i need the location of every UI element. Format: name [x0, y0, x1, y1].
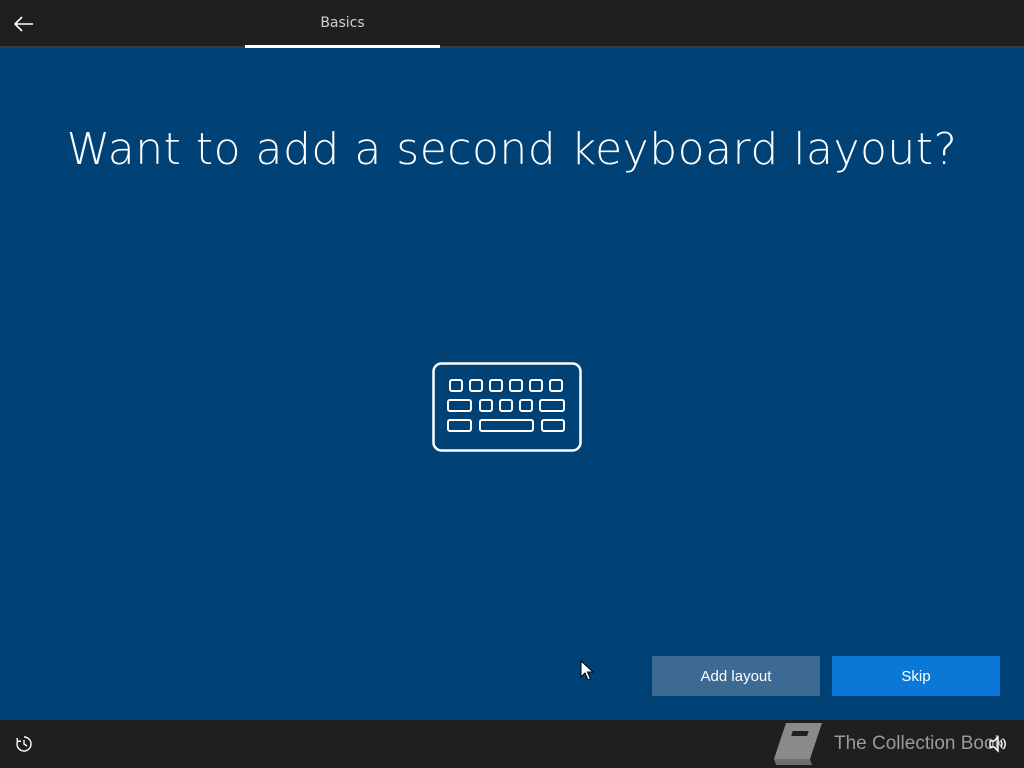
add-layout-button[interactable]: Add layout	[652, 656, 820, 696]
page-title: Want to add a second keyboard layout?	[66, 124, 958, 175]
watermark-text: The Collection Book	[834, 733, 1005, 754]
tab-basics: Basics	[320, 15, 365, 31]
volume-icon[interactable]	[988, 734, 1008, 754]
main-panel: Want to add a second keyboard layout? Ad…	[0, 48, 1024, 720]
mouse-pointer-icon	[580, 660, 594, 681]
ease-of-access-icon[interactable]	[14, 734, 34, 754]
arrow-left-icon	[14, 16, 33, 32]
bottom-bar: The Collection Book	[0, 720, 1024, 768]
book-logo-icon	[774, 723, 822, 765]
skip-button[interactable]: Skip	[832, 656, 1000, 696]
watermark: The Collection Book	[772, 720, 1004, 768]
back-button[interactable]	[8, 8, 40, 40]
keyboard-icon	[432, 362, 582, 452]
top-bar: Basics	[0, 0, 1024, 48]
